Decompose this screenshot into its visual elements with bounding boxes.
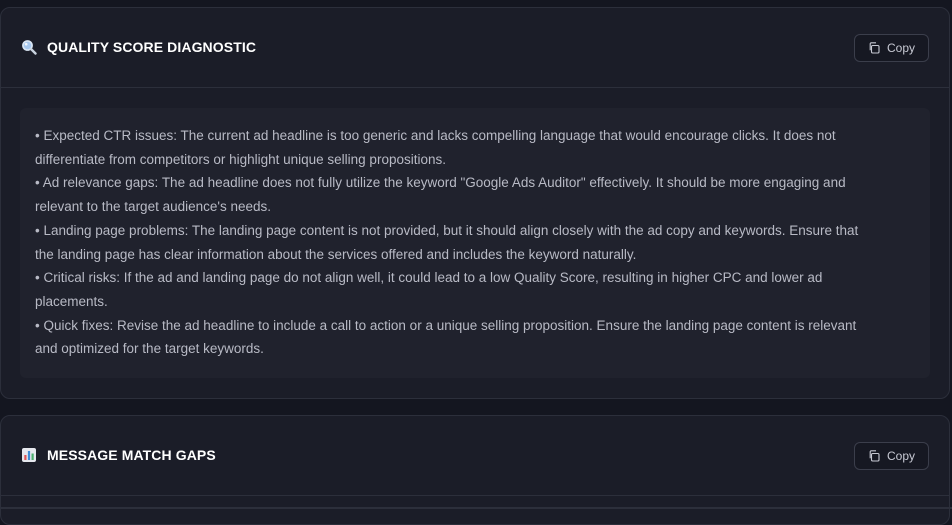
card-title-group: QUALITY SCORE DIAGNOSTIC: [21, 39, 256, 55]
copy-button-label: Copy: [886, 41, 915, 55]
copy-button[interactable]: Copy: [854, 34, 929, 62]
copy-button[interactable]: Copy: [854, 442, 929, 470]
card-title-group: MESSAGE MATCH GAPS: [21, 447, 216, 463]
card-title: QUALITY SCORE DIAGNOSTIC: [47, 39, 257, 55]
content-line: placements.: [35, 293, 108, 309]
content-line: • Landing page problems: The landing pag…: [35, 222, 859, 238]
content-line: • Quick fixes: Revise the ad headline to…: [35, 317, 857, 333]
bar-chart-icon: [21, 447, 37, 463]
quality-score-diagnostic-card: QUALITY SCORE DIAGNOSTIC Copy • Expected…: [0, 7, 950, 399]
copy-button-label: Copy: [886, 449, 915, 463]
card-header: QUALITY SCORE DIAGNOSTIC Copy: [1, 8, 949, 88]
copy-icon: [868, 42, 880, 54]
content-line: • Expected CTR issues: The current ad he…: [35, 128, 836, 143]
card-header: MESSAGE MATCH GAPS Copy: [1, 416, 949, 496]
card-title: MESSAGE MATCH GAPS: [47, 447, 216, 463]
content-line: and optimized for the target keywords.: [35, 341, 264, 357]
copy-icon: [868, 450, 880, 462]
content-line: relevant to the target audience's needs.: [35, 199, 271, 215]
content-line: • Critical risks: If the ad and landing …: [35, 270, 823, 286]
magnifier-icon: [21, 39, 37, 55]
content-line: • Ad relevance gaps: The ad headline doe…: [35, 175, 846, 191]
content-line: differentiate from competitors or highli…: [35, 151, 446, 167]
diagnostic-content: • Expected CTR issues: The current ad he…: [20, 108, 930, 378]
content-line: the landing page has clear information a…: [35, 246, 637, 262]
